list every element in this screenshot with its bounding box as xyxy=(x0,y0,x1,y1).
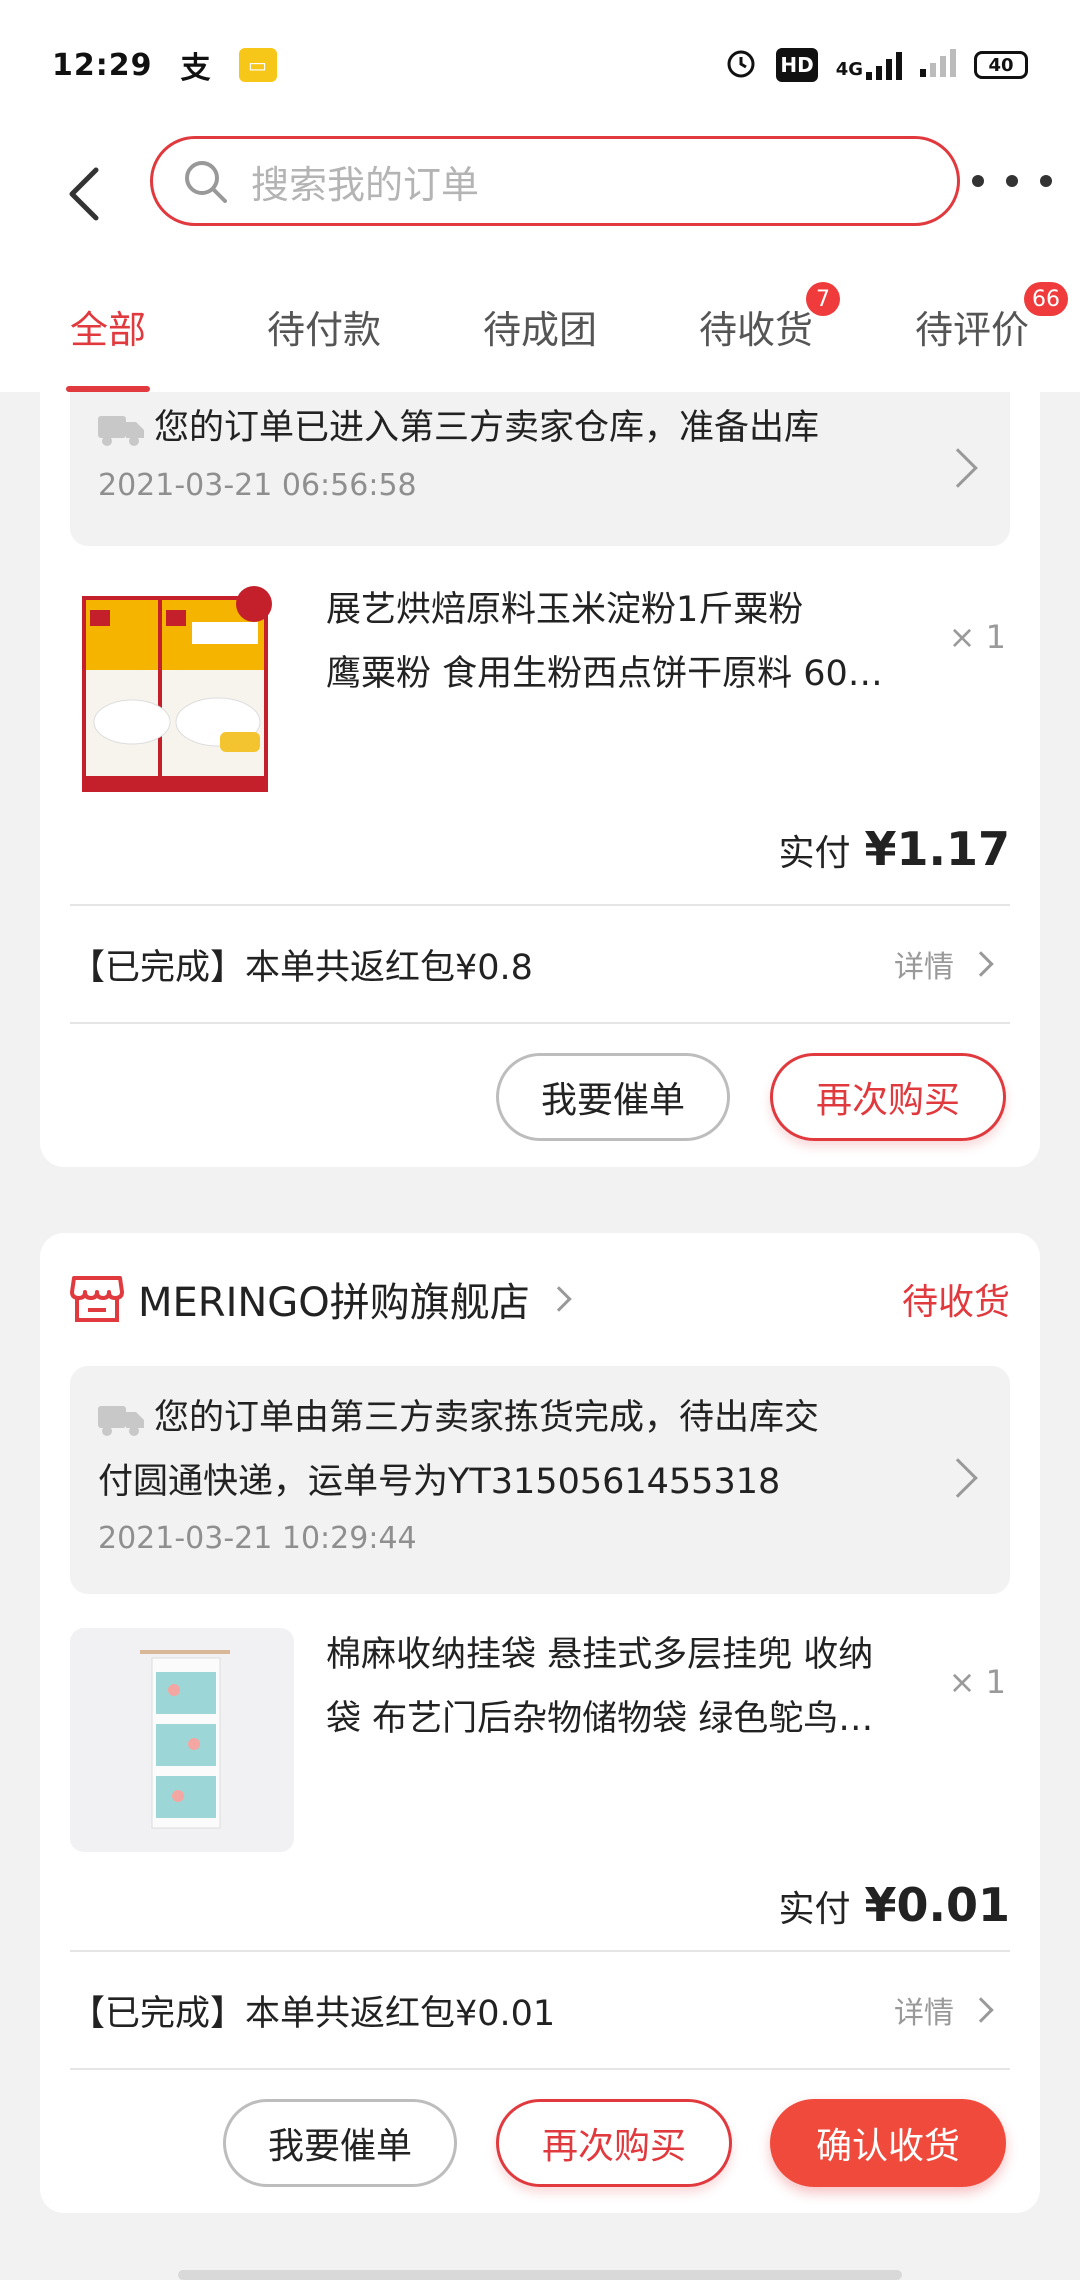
payment-label: 实付 xyxy=(778,1889,851,1930)
order-card: MERINGO拼购旗舰店 待收货 您的订单由第三方卖家拣货完成，待出库交 付圆通… xyxy=(40,1233,1040,2213)
tab-pending-group[interactable]: 待成团 xyxy=(432,260,648,392)
tab-pending-receipt[interactable]: 待收货 7 xyxy=(648,260,864,392)
logistics-info[interactable]: 您的订单已进入第三方卖家仓库，准备出库 2021-03-21 06:56:58 xyxy=(70,392,1010,546)
chevron-right-icon xyxy=(968,1997,994,2023)
search-icon xyxy=(185,161,227,203)
tab-label: 全部 xyxy=(69,307,146,352)
battery-icon: 40 xyxy=(974,51,1028,79)
buy-again-button[interactable]: 再次购买 xyxy=(770,1053,1006,1141)
divider xyxy=(70,1022,1010,1024)
payment-label: 实付 xyxy=(778,833,851,874)
back-arrow-icon xyxy=(69,167,99,221)
home-indicator xyxy=(178,2270,902,2280)
detail-link[interactable]: 详情 xyxy=(894,1988,1010,2032)
dot-icon xyxy=(1040,175,1052,187)
buy-again-button[interactable]: 再次购买 xyxy=(496,2099,732,2187)
product-quantity: × 1 xyxy=(948,1663,1006,1701)
signal-4g-icon: 4G xyxy=(836,50,902,80)
logistics-line: 您的订单由第三方卖家拣货完成，待出库交 xyxy=(98,1386,819,1450)
hd-icon: HD xyxy=(776,48,818,82)
shop-name: MERINGO拼购旗舰店 xyxy=(138,1280,530,1326)
top-nav: 搜索我的订单 xyxy=(0,130,1080,260)
reader-app-icon: ▭ xyxy=(238,48,277,82)
product-title[interactable]: 展艺烘焙原料玉米淀粉1斤粟粉 鹰粟粉 食用生粉西点饼干原料 60… xyxy=(326,578,936,706)
order-card: 您的订单已进入第三方卖家仓库，准备出库 2021-03-21 06:56:58 … xyxy=(40,392,1040,1167)
product-image[interactable] xyxy=(70,582,294,806)
logistics-text-2: 付圆通快递，运单号为YT3150561455318 xyxy=(98,1462,781,1502)
chevron-right-icon xyxy=(938,448,978,488)
detail-label: 详情 xyxy=(894,1996,954,2031)
product-image[interactable] xyxy=(70,1628,294,1852)
tab-label: 待收货 xyxy=(698,307,813,352)
divider xyxy=(70,2068,1010,2070)
product-title-line: 袋 布艺门后杂物储物袋 绿色鸵鸟… xyxy=(326,1699,874,1739)
chevron-right-icon xyxy=(938,1458,978,1498)
truck-icon xyxy=(98,416,144,446)
tab-label: 待付款 xyxy=(266,307,381,352)
logistics-line: 您的订单已进入第三方卖家仓库，准备出库 xyxy=(98,396,819,460)
signal-icon xyxy=(920,47,956,83)
tab-label: 待成团 xyxy=(482,307,597,352)
network-label: 4G xyxy=(835,59,863,80)
tab-badge: 7 xyxy=(806,282,840,316)
urge-order-button[interactable]: 我要催单 xyxy=(496,1053,730,1141)
search-input[interactable]: 搜索我的订单 xyxy=(150,136,960,226)
tab-badge: 66 xyxy=(1024,282,1068,316)
product-title-line: 鹰粟粉 食用生粉西点饼干原料 60… xyxy=(326,654,883,694)
order-status-line[interactable]: 【已完成】本单共返红包¥0.01 详情 xyxy=(70,1952,1010,2068)
payment-row: 实付 ¥0.01 xyxy=(778,1878,1010,1932)
store-icon xyxy=(70,1276,124,1322)
chevron-right-icon xyxy=(968,951,994,977)
order-status-text: 【已完成】本单共返红包¥0.8 xyxy=(70,947,533,988)
product-title-line: 棉麻收纳挂袋 悬挂式多层挂兜 收纳 xyxy=(326,1635,874,1675)
order-tabs: 全部 待付款 待成团 待收货 7 待评价 66 xyxy=(0,260,1080,392)
product-title[interactable]: 棉麻收纳挂袋 悬挂式多层挂兜 收纳 袋 布艺门后杂物储物袋 绿色鸵鸟… xyxy=(326,1623,936,1751)
tab-pending-payment[interactable]: 待付款 xyxy=(216,260,432,392)
chevron-right-icon xyxy=(546,1286,572,1312)
order-status-line[interactable]: 【已完成】本单共返红包¥0.8 详情 xyxy=(70,906,1010,1022)
shop-header[interactable]: MERINGO拼购旗舰店 待收货 xyxy=(70,1259,1010,1339)
confirm-receipt-button[interactable]: 确认收货 xyxy=(770,2099,1006,2187)
tab-all[interactable]: 全部 xyxy=(0,260,216,392)
back-button[interactable] xyxy=(54,154,114,234)
truck-icon xyxy=(98,1406,144,1436)
order-status-badge: 待收货 xyxy=(901,1282,1010,1323)
product-quantity: × 1 xyxy=(948,618,1006,656)
payment-amount: ¥0.01 xyxy=(864,1878,1010,1932)
logistics-text: 您的订单已进入第三方卖家仓库，准备出库 xyxy=(154,408,820,448)
alipay-icon: 支 xyxy=(180,51,211,86)
search-placeholder: 搜索我的订单 xyxy=(251,162,480,207)
order-status-text: 【已完成】本单共返红包¥0.01 xyxy=(70,1993,556,2034)
product-title-line: 展艺烘焙原料玉米淀粉1斤粟粉 xyxy=(326,590,804,630)
status-time: 12:29 xyxy=(52,47,153,83)
detail-label: 详情 xyxy=(894,950,954,985)
payment-row: 实付 ¥1.17 xyxy=(778,822,1010,876)
logistics-time: 2021-03-21 10:29:44 xyxy=(98,1521,417,1556)
more-options-button[interactable] xyxy=(972,156,1052,206)
detail-link[interactable]: 详情 xyxy=(894,942,1010,986)
tab-label: 待评价 xyxy=(914,307,1029,352)
dot-icon xyxy=(1006,175,1018,187)
logistics-info[interactable]: 您的订单由第三方卖家拣货完成，待出库交 付圆通快递，运单号为YT31505614… xyxy=(70,1366,1010,1594)
dot-icon xyxy=(972,175,984,187)
alarm-icon xyxy=(724,45,758,85)
logistics-text: 您的订单由第三方卖家拣货完成，待出库交 xyxy=(154,1398,820,1438)
urge-order-button[interactable]: 我要催单 xyxy=(223,2099,457,2187)
status-bar: 12:29 支 ▭ HD 4G 40 xyxy=(0,0,1080,130)
payment-amount: ¥1.17 xyxy=(864,822,1010,876)
logistics-time: 2021-03-21 06:56:58 xyxy=(98,468,417,503)
tab-pending-review[interactable]: 待评价 66 xyxy=(864,260,1080,392)
